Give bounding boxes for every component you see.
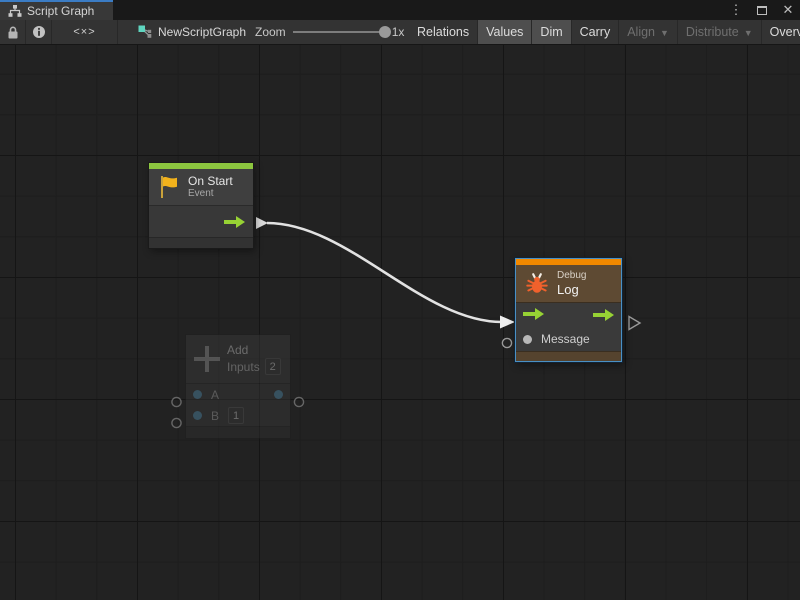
script-graph-asset-icon xyxy=(138,25,152,39)
flag-icon xyxy=(157,174,181,200)
zoom-value: 1x xyxy=(392,25,405,39)
bug-icon xyxy=(524,271,550,297)
carry-button[interactable]: Carry xyxy=(572,20,620,44)
port-b-label: B xyxy=(211,409,219,423)
tab-script-graph[interactable]: Script Graph xyxy=(0,0,113,20)
chevron-down-icon: ▼ xyxy=(660,28,669,38)
graph-canvas[interactable]: On Start Event xyxy=(0,45,800,600)
graph-hierarchy-icon xyxy=(8,5,22,17)
on-start-ports xyxy=(149,206,253,237)
code-preview-button[interactable]: <×> xyxy=(52,20,118,44)
graph-asset-name: NewScriptGraph xyxy=(158,25,246,39)
control-output-port[interactable] xyxy=(224,216,245,228)
add-header: Add Inputs 2 xyxy=(186,335,290,384)
overview-button[interactable]: Overview xyxy=(762,20,800,44)
window-controls: ⋮ ✕ xyxy=(728,0,796,20)
debug-message-row: Message xyxy=(516,327,621,351)
distribute-dropdown[interactable]: Distribute ▼ xyxy=(678,20,762,44)
node-title: On Start xyxy=(188,174,233,188)
node-category: Debug xyxy=(557,270,586,282)
lock-button[interactable] xyxy=(0,20,26,44)
node-subtitle: Event xyxy=(188,188,233,200)
inputs-count-field[interactable]: 2 xyxy=(265,358,281,375)
dim-button[interactable]: Dim xyxy=(532,20,571,44)
connection-wire[interactable] xyxy=(267,223,502,322)
tab-label: Script Graph xyxy=(27,4,94,18)
debug-control-ports xyxy=(516,303,621,327)
zoom-control: Zoom 1x xyxy=(255,20,404,44)
connections-layer xyxy=(0,45,800,600)
control-input-port[interactable] xyxy=(523,308,544,323)
plus-icon xyxy=(194,346,220,372)
info-icon xyxy=(32,25,46,39)
values-button[interactable]: Values xyxy=(478,20,532,44)
add-port-row-b: B 1 xyxy=(186,405,290,426)
close-icon[interactable]: ✕ xyxy=(780,2,796,18)
chevron-down-icon: ▼ xyxy=(744,28,753,38)
toolbar-buttons: Relations Values Dim Carry Align ▼ Distr… xyxy=(409,20,800,44)
zoom-slider-handle[interactable] xyxy=(379,26,391,38)
titlebar: Script Graph ⋮ ✕ xyxy=(0,0,800,20)
sum-output-port[interactable] xyxy=(274,390,283,399)
wire-end-arrow xyxy=(500,316,515,329)
message-port-label: Message xyxy=(541,332,590,346)
node-footer xyxy=(516,351,621,361)
graph-asset-button[interactable]: NewScriptGraph xyxy=(130,20,254,44)
align-dropdown[interactable]: Align ▼ xyxy=(619,20,678,44)
node-footer xyxy=(186,426,290,438)
port-b-input[interactable] xyxy=(193,411,202,420)
info-button[interactable] xyxy=(26,20,52,44)
kebab-menu-icon[interactable]: ⋮ xyxy=(728,2,744,18)
message-port-outer-circle[interactable] xyxy=(502,338,511,347)
port-a-label: A xyxy=(211,388,219,402)
control-output-port[interactable] xyxy=(593,309,614,321)
on-start-header: On Start Event xyxy=(149,169,253,206)
add-port-row-a: A xyxy=(186,384,290,405)
debug-output-connector-triangle[interactable] xyxy=(629,317,640,330)
zoom-slider[interactable] xyxy=(293,31,385,33)
inputs-label: Inputs xyxy=(227,360,260,374)
debug-header: Debug Log xyxy=(516,265,621,303)
node-title: Log xyxy=(557,282,586,297)
wire-start-arrow[interactable] xyxy=(256,217,268,229)
relations-button[interactable]: Relations xyxy=(409,20,478,44)
add-port-b-outer-circle[interactable] xyxy=(172,418,181,427)
node-footer xyxy=(149,237,253,248)
port-a-input[interactable] xyxy=(193,390,202,399)
node-add-dimmed[interactable]: Add Inputs 2 A B 1 xyxy=(186,335,290,438)
unity-visual-scripting-window: Script Graph ⋮ ✕ <×> xyxy=(0,0,800,600)
node-on-start-event[interactable]: On Start Event xyxy=(149,163,253,248)
code-icon: <×> xyxy=(73,26,95,38)
add-port-a-outer-circle[interactable] xyxy=(172,397,181,406)
node-debug-log[interactable]: Debug Log xyxy=(515,258,622,362)
graph-toolbar: <×> NewScriptGraph Zoom 1x Relations Val… xyxy=(0,20,800,45)
node-title: Add xyxy=(227,343,281,358)
message-value-port[interactable] xyxy=(523,335,532,344)
maximize-glyph xyxy=(757,6,767,15)
add-output-outer-circle[interactable] xyxy=(294,397,303,406)
zoom-label: Zoom xyxy=(255,25,286,39)
port-b-value-field[interactable]: 1 xyxy=(228,407,244,424)
maximize-icon[interactable] xyxy=(754,2,770,18)
lock-icon xyxy=(7,26,19,39)
